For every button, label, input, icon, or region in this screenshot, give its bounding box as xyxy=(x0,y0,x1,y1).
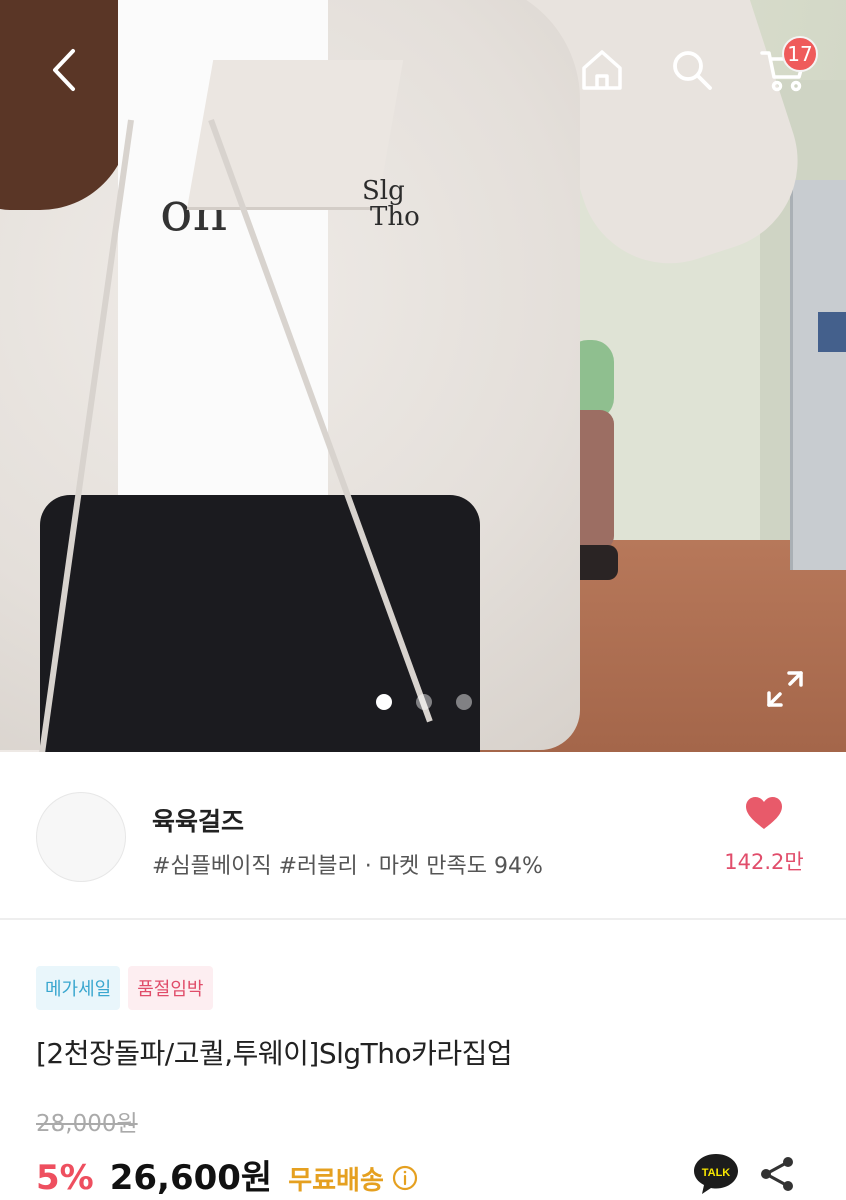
discount-rate: 5% xyxy=(36,1158,94,1198)
back-icon xyxy=(53,49,75,91)
product-badges: 메가세일 품절임박 xyxy=(36,966,213,1010)
expand-image-button[interactable] xyxy=(760,664,810,714)
kakao-talk-label: TALK xyxy=(702,1167,731,1179)
product-image-carousel[interactable]: on Slg Tho xyxy=(0,0,846,752)
like-count: 142.2만 xyxy=(724,850,804,874)
price-row: 5% 26,600원 무료배송 xyxy=(36,1150,418,1199)
carousel-dot-3[interactable] xyxy=(456,694,472,710)
kakao-talk-button[interactable]: TALK xyxy=(692,1152,740,1196)
section-divider xyxy=(0,918,846,920)
carousel-dot-2[interactable] xyxy=(416,694,432,710)
home-button[interactable] xyxy=(574,40,630,100)
like-button[interactable]: 142.2만 xyxy=(712,796,816,886)
background-refrigerator xyxy=(790,180,846,570)
carousel-indicator xyxy=(376,694,472,710)
free-shipping-label: 무료배송 xyxy=(288,1166,384,1196)
home-icon xyxy=(582,50,622,90)
seller-section[interactable]: 육육걸즈 #심플베이직 #러블리 · 마켓 만족도 94% 142.2만 xyxy=(0,752,846,918)
seller-name[interactable]: 육육걸즈 xyxy=(152,802,244,838)
refrigerator-panel xyxy=(818,312,846,352)
search-icon xyxy=(673,51,712,90)
seller-tags: #심플베이직 #러블리 · 마켓 만족도 94% xyxy=(152,854,543,879)
cart-count-badge: 17 xyxy=(782,36,818,72)
expand-icon xyxy=(767,671,803,707)
share-button[interactable] xyxy=(758,1154,798,1194)
carousel-dot-1[interactable] xyxy=(376,694,392,710)
product-title: [2천장돌파/고퀄,투웨이]SlgTho카라집업 xyxy=(36,1037,513,1070)
back-button[interactable] xyxy=(36,40,92,100)
embroidered-logo: Slg Tho xyxy=(362,176,420,232)
heart-icon xyxy=(746,797,782,829)
search-button[interactable] xyxy=(664,40,720,100)
kakao-talk-icon: TALK xyxy=(694,1154,738,1194)
original-price: 28,000원 xyxy=(36,1111,138,1137)
almost-sold-out-badge: 품절임박 xyxy=(128,966,213,1010)
black-pants xyxy=(40,495,480,752)
seller-avatar[interactable] xyxy=(36,792,126,882)
share-icon xyxy=(761,1157,793,1191)
mega-sale-badge: 메가세일 xyxy=(36,966,121,1010)
info-icon[interactable] xyxy=(392,1165,418,1191)
sale-price: 26,600원 xyxy=(109,1158,273,1198)
